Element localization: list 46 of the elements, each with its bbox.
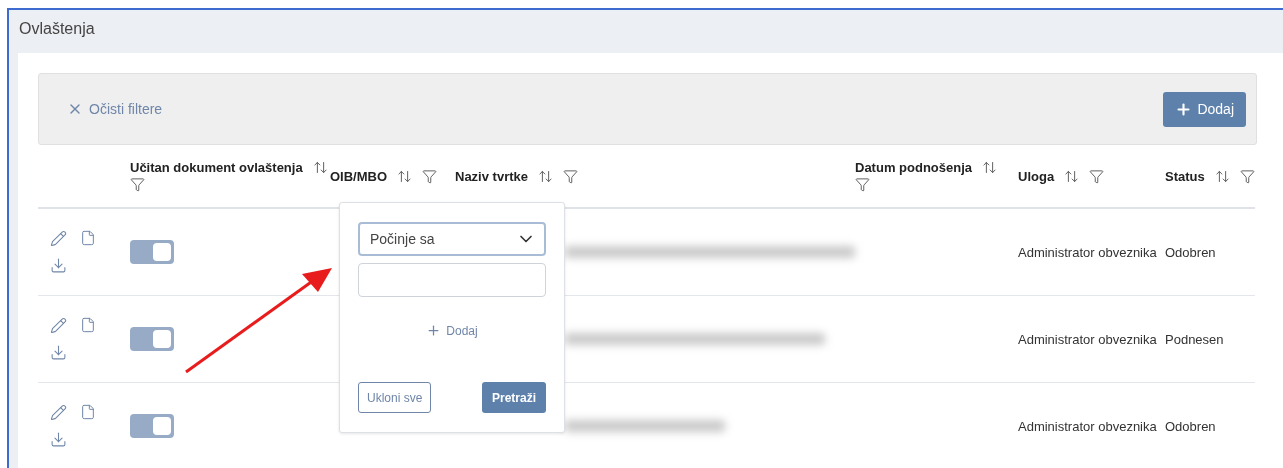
filter-icon[interactable] [563, 168, 578, 184]
document-icon[interactable] [80, 230, 96, 246]
filter-icon[interactable] [1089, 168, 1105, 184]
filter-input[interactable] [358, 263, 546, 297]
search-button[interactable]: Pretraži [481, 382, 546, 413]
column-header: Uloga [1018, 168, 1055, 184]
toggle-switch[interactable] [130, 327, 174, 351]
sort-icon[interactable] [397, 168, 413, 184]
edit-icon[interactable] [50, 404, 67, 421]
match-mode-dropdown[interactable]: Počinje sa [358, 222, 546, 256]
document-icon[interactable] [80, 404, 96, 420]
edit-icon[interactable] [50, 317, 67, 334]
download-icon[interactable] [50, 344, 67, 361]
plus-icon [426, 323, 442, 338]
sort-icon[interactable] [1214, 168, 1230, 184]
filter-icon[interactable] [130, 177, 145, 192]
status-text: Podnesen [1165, 331, 1224, 347]
column-header: Učitan dokument ovlaštenja [130, 160, 303, 175]
role-text: Administrator obveznika [1018, 244, 1157, 260]
sort-icon[interactable] [982, 160, 997, 175]
document-icon[interactable] [80, 317, 96, 333]
toggle-switch[interactable] [130, 240, 174, 264]
plus-icon [1175, 100, 1193, 118]
add-button[interactable]: Dodaj [1163, 91, 1246, 127]
clear-filters-button[interactable]: Očisti filtere [67, 101, 163, 117]
filter-icon[interactable] [422, 168, 438, 184]
add-rule-button[interactable]: Dodaj [420, 322, 484, 339]
column-header: Naziv tvrtke [455, 168, 528, 184]
sort-icon[interactable] [1064, 168, 1080, 184]
clear-all-button[interactable]: Ukloni sve [358, 382, 432, 413]
role-text: Administrator obveznika [1018, 418, 1157, 434]
column-header: OIB/MBO [330, 168, 388, 184]
toggle-switch[interactable] [130, 414, 174, 438]
status-text: Odobren [1165, 418, 1216, 434]
sort-icon[interactable] [538, 168, 553, 184]
column-header: Status [1165, 168, 1205, 184]
download-icon[interactable] [50, 431, 67, 448]
sort-icon[interactable] [312, 160, 328, 175]
download-icon[interactable] [50, 257, 67, 274]
filter-icon[interactable] [855, 177, 870, 192]
edit-icon[interactable] [50, 230, 67, 247]
role-text: Administrator obveznika [1018, 331, 1157, 347]
panel-title: Ovlaštenja [18, 19, 96, 39]
filter-icon[interactable] [1239, 168, 1255, 184]
status-text: Odobren [1165, 244, 1216, 260]
column-header: Datum podnošenja [855, 160, 972, 175]
